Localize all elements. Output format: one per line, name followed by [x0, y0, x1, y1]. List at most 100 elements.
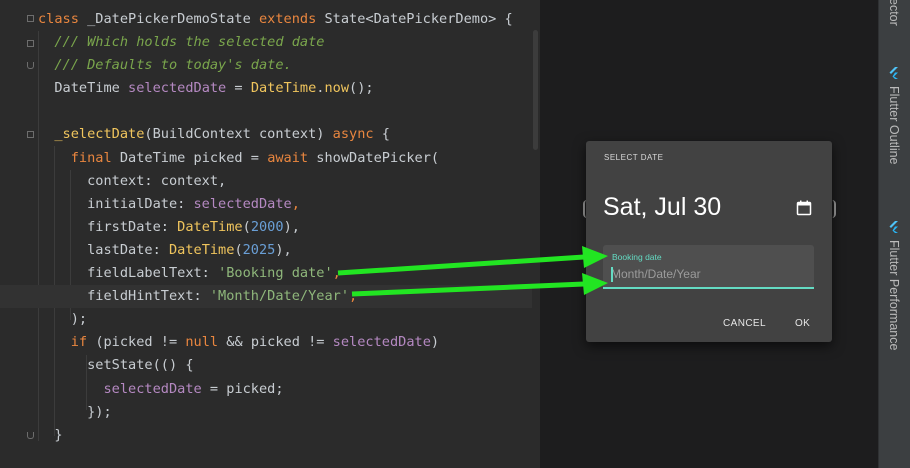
tab-inspector[interactable]: ector: [887, 0, 901, 26]
code-token: {: [381, 126, 390, 143]
code-token: fieldLabelText:: [38, 265, 219, 282]
code-line[interactable]: [38, 100, 540, 123]
code-line[interactable]: /// Which holds the selected date: [38, 31, 540, 54]
tab-label: Flutter Performance: [887, 240, 901, 351]
code-token: = picked;: [201, 380, 284, 397]
tool-window-strip: ector Flutter Outline Flutter Performanc…: [878, 0, 910, 468]
code-token: _DatePickerDemoState: [87, 11, 259, 27]
code-token: 2000: [250, 218, 284, 235]
code-token: selectedDate: [128, 80, 227, 97]
code-line[interactable]: if (picked != null && picked != selected…: [38, 331, 540, 354]
code-token: selectedDate: [103, 380, 202, 397]
code-line[interactable]: });: [38, 401, 540, 424]
code-line[interactable]: context: context,: [38, 170, 540, 193]
code-token: null: [185, 334, 227, 351]
date-picker-dialog: SELECT DATE Sat, Jul 30 Booking date CAN…: [586, 141, 832, 342]
code-token: }: [38, 426, 63, 443]
code-token: ,: [349, 288, 358, 305]
code-token: );: [38, 311, 88, 328]
code-text[interactable]: class _DatePickerDemoState extends State…: [0, 8, 540, 447]
code-token: (: [242, 218, 251, 235]
code-token: =: [226, 80, 251, 97]
code-line[interactable]: selectedDate = picked;: [38, 378, 540, 401]
code-token: ),: [283, 218, 300, 235]
date-text-input[interactable]: [611, 266, 801, 282]
code-token: });: [38, 403, 112, 420]
code-token: DateTime picked =: [119, 149, 268, 166]
code-token: lastDate:: [38, 241, 169, 258]
editor-gutter: [0, 0, 36, 468]
code-line[interactable]: }: [38, 424, 540, 447]
code-token: /// Defaults to today's date.: [54, 57, 292, 74]
code-token: ();: [349, 80, 374, 97]
code-line[interactable]: initialDate: selectedDate,: [38, 193, 540, 216]
fold-end-icon[interactable]: [27, 432, 34, 439]
code-token: initialDate:: [38, 195, 194, 212]
code-token: setState(() {: [38, 357, 194, 374]
code-token: 'Month/Date/Year': [209, 288, 350, 305]
code-line[interactable]: firstDate: DateTime(2000),: [38, 216, 540, 239]
code-token: DateTime: [177, 218, 243, 235]
code-token: ,: [332, 265, 341, 282]
ok-button[interactable]: OK: [795, 318, 810, 329]
code-line[interactable]: /// Defaults to today's date.: [38, 54, 540, 77]
code-token: DateTime: [38, 80, 129, 97]
code-token: ,: [291, 195, 300, 212]
code-token: showDatePicker(: [316, 149, 440, 166]
code-token: extends: [258, 11, 325, 27]
fold-end-icon[interactable]: [27, 62, 34, 69]
flutter-icon: [889, 221, 898, 233]
flutter-icon: [889, 67, 898, 79]
code-token: (BuildContext context): [144, 126, 333, 143]
code-line[interactable]: class _DatePickerDemoState extends State…: [38, 8, 540, 31]
code-token: (: [234, 241, 243, 258]
tab-flutter-outline[interactable]: Flutter Outline: [887, 86, 901, 165]
code-line[interactable]: final DateTime picked = await showDatePi…: [38, 147, 540, 170]
code-line[interactable]: fieldLabelText: 'Booking date',: [38, 262, 540, 285]
code-token: now: [324, 80, 350, 97]
code-token: fieldHintText:: [38, 288, 210, 305]
code-token: /// Which holds the selected date: [54, 34, 325, 51]
code-line[interactable]: DateTime selectedDate = DateTime.now();: [38, 77, 540, 100]
code-token: firstDate:: [38, 218, 178, 235]
code-line[interactable]: _selectDate(BuildContext context) async …: [38, 123, 540, 146]
code-token: DateTime: [250, 80, 317, 97]
tab-label: ector: [887, 0, 901, 26]
tab-flutter-performance[interactable]: Flutter Performance: [887, 240, 901, 350]
editor-scrollbar[interactable]: [532, 0, 540, 468]
fold-marker-icon[interactable]: [27, 15, 34, 22]
code-line[interactable]: setState(() {: [38, 354, 540, 377]
code-line[interactable]: lastDate: DateTime(2025),: [38, 239, 540, 262]
code-token: ),: [275, 241, 292, 258]
code-token: 2025: [242, 241, 276, 258]
code-token: State<DatePickerDemo> {: [324, 11, 513, 27]
code-token: await: [267, 149, 317, 166]
code-token: class: [38, 11, 88, 27]
code-token: final: [70, 149, 120, 166]
code-line[interactable]: fieldHintText: 'Month/Date/Year',: [0, 285, 540, 309]
code-token: 'Booking date': [218, 265, 333, 282]
cancel-button[interactable]: CANCEL: [723, 318, 766, 329]
code-token: if: [70, 334, 96, 351]
code-line[interactable]: );: [38, 308, 540, 331]
date-input-field[interactable]: Booking date: [603, 245, 814, 289]
dialog-title: SELECT DATE: [604, 153, 664, 162]
field-label: Booking date: [612, 252, 662, 262]
code-token: ): [430, 334, 440, 351]
tab-label: Flutter Outline: [887, 86, 901, 165]
code-token: context: context,: [38, 172, 227, 189]
code-token: && picked !=: [226, 334, 333, 351]
calendar-icon[interactable]: [796, 200, 812, 216]
fold-marker-icon[interactable]: [27, 40, 34, 47]
code-token: selectedDate: [193, 195, 292, 212]
fold-marker-icon[interactable]: [27, 131, 34, 138]
text-cursor: [611, 267, 613, 282]
code-editor[interactable]: class _DatePickerDemoState extends State…: [0, 0, 540, 468]
code-token: _selectDate: [54, 126, 145, 143]
code-token: DateTime: [168, 241, 235, 258]
